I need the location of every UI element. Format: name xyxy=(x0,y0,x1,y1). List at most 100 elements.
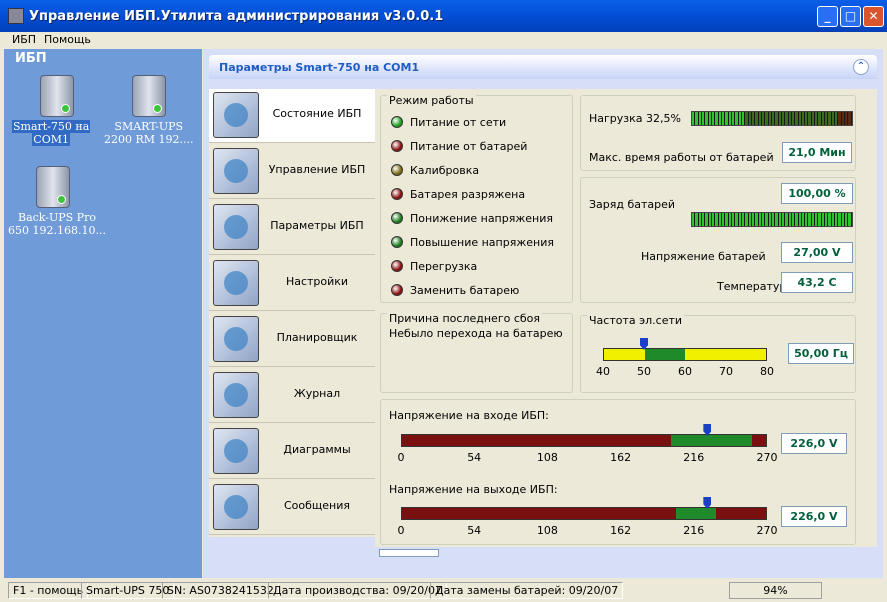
bar-segment xyxy=(831,112,835,125)
device-label: COM1 xyxy=(32,133,70,146)
device-label: 2200 RM 192.... xyxy=(104,133,194,146)
bar-segment xyxy=(781,112,785,125)
bar-segment xyxy=(775,213,778,226)
minimize-button[interactable]: _ xyxy=(817,6,838,27)
nav-item[interactable]: Управление ИБП xyxy=(209,145,375,199)
nav-item-label: Планировщик xyxy=(276,331,358,344)
scheduler-icon xyxy=(213,316,259,362)
mode-label: Калибровка xyxy=(410,164,480,177)
bar-segment xyxy=(825,112,828,125)
bar-segment xyxy=(841,213,845,226)
tick-label: 40 xyxy=(596,365,610,378)
bar-segment xyxy=(745,213,748,226)
bar-segment xyxy=(825,213,828,226)
output-voltage-value: 226,0 V xyxy=(781,506,847,527)
bar-segment xyxy=(695,213,698,226)
tick-label: 270 xyxy=(756,451,778,464)
ups-control-icon xyxy=(213,148,259,194)
bar-segment xyxy=(848,112,851,125)
bar-segment xyxy=(741,112,745,125)
nav-item-label: Параметры ИБП xyxy=(270,219,364,232)
bar-segment xyxy=(715,213,718,226)
app-icon xyxy=(8,8,24,24)
nav-item-label: Управление ИБП xyxy=(268,163,366,176)
tick-label: 50 xyxy=(637,365,651,378)
ups-device-icon xyxy=(36,166,70,208)
bar-segment xyxy=(828,112,831,125)
bar-segment xyxy=(771,112,775,125)
bar-segment xyxy=(741,213,745,226)
tick-label: 162 xyxy=(610,524,632,537)
frequency-title: Частота эл.сети xyxy=(587,314,685,327)
bar-segment xyxy=(845,213,848,226)
status-led-icon xyxy=(391,212,403,224)
bar-segment xyxy=(755,112,758,125)
bar-segment xyxy=(771,213,775,226)
scale-band xyxy=(401,507,767,520)
ups-device-icon xyxy=(132,75,166,117)
device-item[interactable]: Smart-750 на COM1 xyxy=(12,75,102,146)
device-item[interactable]: Back-UPS Pro 650 192.168.10... xyxy=(8,166,106,237)
bar-segment xyxy=(808,112,811,125)
mode-label: Питание от батарей xyxy=(410,140,528,153)
bar-segment xyxy=(748,112,751,125)
status-help: F1 - помощь xyxy=(8,582,89,599)
bar-segment xyxy=(711,112,715,125)
input-voltage-label: Напряжение на входе ИБП: xyxy=(389,409,549,422)
status-led-icon xyxy=(391,164,403,176)
page-tabs[interactable] xyxy=(379,549,439,557)
bar-segment xyxy=(705,112,708,125)
mode-label: Понижение напряжения xyxy=(410,212,553,225)
bar-segment xyxy=(692,112,695,125)
bar-segment xyxy=(718,213,721,226)
bar-segment xyxy=(721,213,725,226)
tick-label: 216 xyxy=(683,451,705,464)
bar-segment xyxy=(695,112,698,125)
bar-segment xyxy=(692,213,695,226)
tick-label: 0 xyxy=(397,451,405,464)
menu-help[interactable]: Помощь xyxy=(44,33,91,46)
nav-item[interactable]: Диаграммы xyxy=(209,425,375,479)
bar-segment xyxy=(721,112,725,125)
close-button[interactable]: ✕ xyxy=(863,6,884,27)
mode-group: Режим работы Питание от сети Питание от б… xyxy=(380,94,573,303)
title-bar[interactable]: Управление ИБП.Утилита администрирования… xyxy=(0,0,887,32)
bar-segment xyxy=(705,213,708,226)
nav-item[interactable]: Журнал xyxy=(209,369,375,423)
nav-item[interactable]: Параметры ИБП xyxy=(209,201,375,255)
bar-segment xyxy=(821,112,825,125)
status-serial: SN: AS0738241532 xyxy=(162,582,279,599)
mode-label: Батарея разряжена xyxy=(410,188,526,201)
bar-segment xyxy=(785,112,788,125)
collapse-icon[interactable]: ⌃ xyxy=(853,59,869,75)
nav-item[interactable]: Состояние ИБП xyxy=(209,89,375,143)
maximize-button[interactable]: □ xyxy=(840,6,861,27)
nav-item[interactable]: Настройки xyxy=(209,257,375,311)
charge-bar xyxy=(691,212,853,227)
bar-segment xyxy=(758,112,761,125)
nav-item[interactable]: Сообщения xyxy=(209,481,375,535)
runtime-label: Макс. время работы от батарей xyxy=(589,151,774,164)
bar-segment xyxy=(728,213,731,226)
frequency-value: 50,00 Гц xyxy=(788,343,854,364)
tick-label: 80 xyxy=(760,365,774,378)
mode-label: Питание от сети xyxy=(410,116,507,129)
mode-label: Заменить батарею xyxy=(410,284,520,297)
menu-ups[interactable]: ИБП xyxy=(12,33,36,46)
bar-segment xyxy=(791,112,795,125)
input-voltage-value: 226,0 V xyxy=(781,433,847,454)
device-item[interactable]: SMART-UPS 2200 RM 192.... xyxy=(104,75,194,146)
bar-segment xyxy=(795,112,798,125)
bar-segment xyxy=(778,213,781,226)
bar-segment xyxy=(781,213,785,226)
navigation-list: Состояние ИБП Управление ИБП Параметры ИБП… xyxy=(209,89,375,537)
bar-segment xyxy=(725,213,728,226)
bar-segment xyxy=(738,213,741,226)
tick-label: 0 xyxy=(397,524,405,537)
bar-segment xyxy=(835,213,838,226)
nav-item[interactable]: Планировщик xyxy=(209,313,375,367)
bar-segment xyxy=(701,112,705,125)
ups-device-icon xyxy=(40,75,74,117)
panel-header: Параметры Smart-750 на COM1 ⌃ xyxy=(209,55,877,79)
messages-icon xyxy=(213,484,259,530)
